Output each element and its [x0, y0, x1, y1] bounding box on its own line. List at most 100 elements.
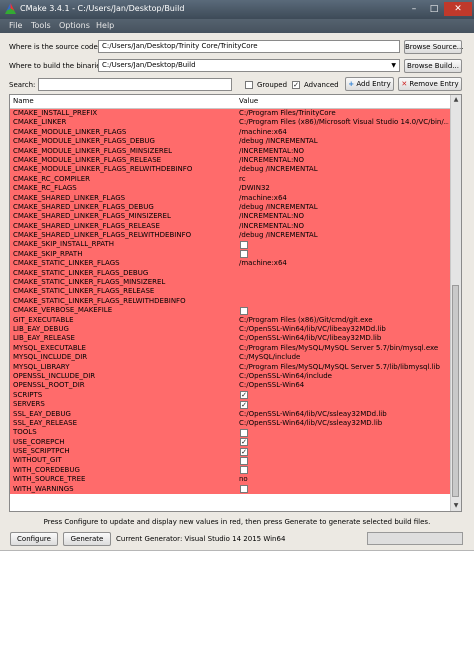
table-row[interactable]: LIB_EAY_DEBUG C:/OpenSSL-Win64/lib/VC/lib…	[10, 324, 451, 335]
table-row[interactable]: CMAKE_MODULE_LINKER_FLAGS_MINSIZEREL/INC…	[10, 146, 451, 156]
menu-tools[interactable]: Tools	[31, 21, 51, 30]
table-row[interactable]: MYSQL_LIBRARY C:/Program Files/MySQL/MySQ…	[10, 362, 451, 372]
entry-value[interactable]: C:/OpenSSL-Win64/lib/VC/libeay32MD.lib	[239, 334, 449, 343]
entry-value[interactable]: rc	[239, 175, 449, 184]
entry-value[interactable]: /INCREMENTAL:NO	[239, 222, 449, 231]
title-bar[interactable]: CMake 3.4.1 - C:/Users/Jan/Desktop/Build…	[0, 0, 474, 19]
browse-build-button[interactable]: Browse Build...	[404, 59, 462, 73]
configure-button[interactable]: Configure	[10, 532, 58, 546]
entry-value[interactable]: C:/OpenSSL-Win64/lib/VC/ssleay32MD.lib	[239, 419, 449, 428]
add-entry-button[interactable]: + Add Entry	[345, 77, 394, 91]
entry-value[interactable]: C:/OpenSSL-Win64/lib/VC/libeay32MDd.lib	[239, 325, 449, 334]
entry-value-checkbox[interactable]	[240, 306, 248, 315]
entry-value[interactable]: C:/Program Files (x86)/Microsoft Visual …	[239, 118, 449, 127]
entry-value[interactable]: /DWIN32	[239, 184, 449, 193]
close-button[interactable]: ✕	[444, 2, 472, 16]
entry-value[interactable]: /debug /INCREMENTAL	[239, 165, 449, 174]
table-row[interactable]: CMAKE_INSTALL_PREFIX C:/Program Files/Tri…	[10, 109, 451, 119]
entry-value[interactable]: /debug /INCREMENTAL	[239, 203, 449, 212]
entry-value[interactable]: /INCREMENTAL:NO	[239, 147, 449, 156]
table-row[interactable]: OPENSSL_INCLUDE_DIR C:/OpenSSL-Win64/incl…	[10, 371, 451, 382]
browse-source-button[interactable]: Browse Source...	[404, 40, 463, 54]
entry-value-checkbox[interactable]	[240, 400, 248, 409]
scroll-up-icon[interactable]: ▲	[451, 95, 461, 105]
entry-value[interactable]: /machine:x64	[239, 259, 449, 268]
table-row[interactable]: WITH_WARNINGS	[10, 484, 451, 495]
entry-value[interactable]: C:/Program Files/MySQL/MySQL Server 5.7/…	[239, 344, 449, 353]
build-path-field[interactable]: C:/Users/Jan/Desktop/Build ▼	[98, 59, 400, 72]
table-row[interactable]: CMAKE_RC_FLAGS /DWIN32	[10, 184, 451, 194]
menu-file[interactable]: File	[9, 21, 22, 30]
maximize-button[interactable]: □	[424, 2, 444, 16]
vertical-scrollbar[interactable]: ▲ ▼	[450, 95, 461, 511]
table-row[interactable]: SSL_EAY_RELEASE C:/OpenSSL-Win64/lib/VC/s…	[10, 418, 451, 429]
table-row[interactable]: CMAKE_SHARED_LINKER_FLAGS_RELEASE/INCREM…	[10, 221, 451, 232]
entry-value[interactable]: /machine:x64	[239, 128, 449, 137]
table-row[interactable]: CMAKE_SHARED_LINKER_FLAGS_MINSIZEREL/INC…	[10, 212, 451, 222]
entry-value[interactable]: C:/Program Files (x86)/Git/cmd/git.exe	[239, 316, 449, 325]
table-row[interactable]: CMAKE_MODULE_LINKER_FLAGS_DEBUG/debug /I…	[10, 137, 451, 147]
table-row[interactable]: CMAKE_RC_COMPILER rc	[10, 174, 451, 185]
table-row[interactable]: CMAKE_SHARED_LINKER_FLAGS_DEBUG/debug /I…	[10, 202, 451, 213]
entry-value[interactable]: /INCREMENTAL:NO	[239, 212, 449, 221]
advanced-checkbox[interactable]	[292, 81, 300, 89]
table-row[interactable]: USE_SCRIPTPCH	[10, 447, 451, 457]
table-row[interactable]: CMAKE_VERBOSE_MAKEFILE	[10, 306, 451, 316]
entry-value[interactable]: /debug /INCREMENTAL	[239, 231, 449, 240]
table-row[interactable]: WITH_COREDEBUG	[10, 465, 451, 476]
minimize-button[interactable]: –	[404, 2, 424, 16]
entry-value-checkbox[interactable]	[240, 428, 248, 437]
table-row[interactable]: CMAKE_SHARED_LINKER_FLAGS /machine:x64	[10, 193, 451, 203]
entry-value[interactable]: C:/OpenSSL-Win64	[239, 381, 449, 390]
menu-help[interactable]: Help	[96, 21, 114, 30]
entry-value[interactable]: C:/OpenSSL-Win64/lib/VC/ssleay32MDd.lib	[239, 410, 449, 419]
table-row[interactable]: CMAKE_MODULE_LINKER_FLAGS_RELEASE/INCREM…	[10, 155, 451, 166]
table-row[interactable]: SSL_EAY_DEBUG C:/OpenSSL-Win64/lib/VC/ssl…	[10, 409, 451, 419]
table-row[interactable]: SERVERS	[10, 400, 451, 410]
table-row[interactable]: CMAKE_STATIC_LINKER_FLAGS_RELEASE	[10, 287, 451, 297]
entry-value-checkbox[interactable]	[240, 250, 248, 259]
menu-options[interactable]: Options	[59, 21, 90, 30]
entry-value-checkbox[interactable]	[240, 485, 248, 494]
table-row[interactable]: WITH_SOURCE_TREE no	[10, 475, 451, 485]
table-row[interactable]: CMAKE_STATIC_LINKER_FLAGS /machine:x64	[10, 259, 451, 269]
entry-value-checkbox[interactable]	[240, 391, 248, 400]
entry-value[interactable]: C:/Program Files/TrinityCore	[239, 109, 449, 118]
table-row[interactable]: OPENSSL_ROOT_DIR C:/OpenSSL-Win64	[10, 381, 451, 391]
entry-value[interactable]: /INCREMENTAL:NO	[239, 156, 449, 165]
column-header-name[interactable]: Name	[13, 97, 34, 105]
output-log[interactable]	[0, 550, 474, 664]
entry-value[interactable]: /debug /INCREMENTAL	[239, 137, 449, 146]
table-row[interactable]: CMAKE_SKIP_RPATH	[10, 249, 451, 260]
entry-value[interactable]: /machine:x64	[239, 194, 449, 203]
grouped-checkbox[interactable]	[245, 81, 253, 89]
entry-value-checkbox[interactable]	[240, 466, 248, 475]
scroll-down-icon[interactable]: ▼	[451, 501, 461, 511]
dropdown-arrow-icon[interactable]: ▼	[391, 60, 396, 71]
table-row[interactable]: CMAKE_STATIC_LINKER_FLAGS_DEBUG	[10, 268, 451, 279]
table-row[interactable]: CMAKE_LINKER C:/Program Files (x86)/Micro…	[10, 118, 451, 128]
column-header-value[interactable]: Value	[239, 97, 258, 105]
table-row[interactable]: CMAKE_SKIP_INSTALL_RPATH	[10, 240, 451, 250]
entry-value[interactable]: no	[239, 475, 449, 484]
generate-button[interactable]: Generate	[63, 532, 111, 546]
table-row[interactable]: MYSQL_EXECUTABLE C:/Program Files/MySQL/M…	[10, 343, 451, 354]
entry-value[interactable]: C:/Program Files/MySQL/MySQL Server 5.7/…	[239, 363, 449, 372]
scrollbar-thumb[interactable]	[452, 285, 459, 497]
entry-value-checkbox[interactable]	[240, 240, 248, 249]
table-row[interactable]: USE_COREPCH	[10, 437, 451, 448]
entry-value-checkbox[interactable]	[240, 447, 248, 456]
source-path-field[interactable]: C:/Users/Jan/Desktop/Trinity Core/Trinit…	[98, 40, 400, 53]
table-row[interactable]: CMAKE_STATIC_LINKER_FLAGS_RELWITHDEBINFO	[10, 296, 451, 307]
entry-value[interactable]: C:/OpenSSL-Win64/include	[239, 372, 449, 381]
table-row[interactable]: WITHOUT_GIT	[10, 456, 451, 466]
remove-entry-button[interactable]: ✕ Remove Entry	[398, 77, 462, 91]
table-row[interactable]: CMAKE_MODULE_LINKER_FLAGS/machine:x64	[10, 127, 451, 138]
entry-value-checkbox[interactable]	[240, 456, 248, 465]
table-row[interactable]: GIT_EXECUTABLE C:/Program Files (x86)/Git…	[10, 315, 451, 325]
search-input[interactable]	[38, 78, 232, 91]
table-row[interactable]: MYSQL_INCLUDE_DIR C:/MySQL/include	[10, 353, 451, 363]
table-row[interactable]: CMAKE_SHARED_LINKER_FLAGS_RELWITHDEBINFO…	[10, 231, 451, 241]
entry-value[interactable]: C:/MySQL/include	[239, 353, 449, 362]
table-row[interactable]: CMAKE_STATIC_LINKER_FLAGS_MINSIZEREL	[10, 278, 451, 288]
